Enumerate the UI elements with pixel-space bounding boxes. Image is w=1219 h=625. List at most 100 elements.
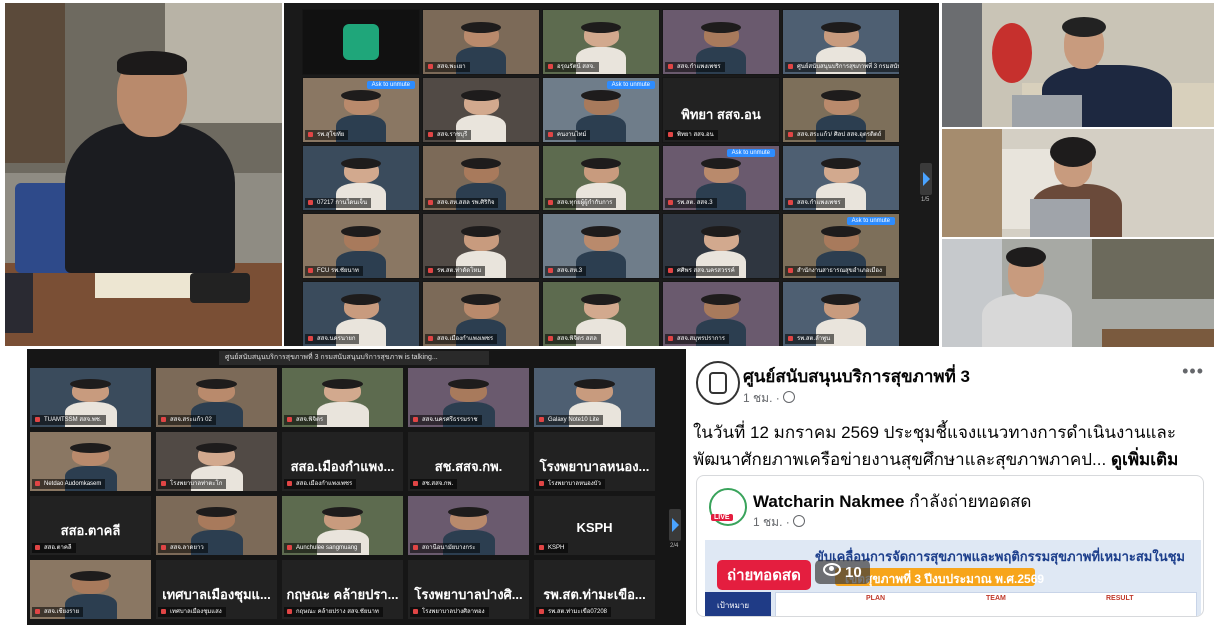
bottom-tile[interactable]: สถานีอนามัยบางกระ bbox=[407, 495, 530, 556]
participant-name-label: รพ.สต.ลำพูน bbox=[785, 334, 835, 344]
top-tile[interactable]: สสจ.กำแพงเพชร bbox=[782, 145, 900, 211]
participant-name-label: สสจ.สระแก้ว 02 bbox=[158, 415, 216, 425]
live-badge: LIVE bbox=[711, 514, 733, 521]
slide-team: TEAM bbox=[986, 595, 1006, 602]
bottom-tile[interactable]: โรงพยาบาลหนอง... โรงพยาบาลหนองบัว bbox=[533, 431, 656, 492]
top-tile[interactable]: พิทยา สสจ.อน พิทยา สสจ.อน bbox=[662, 77, 780, 143]
participant-name-label: ศศิพร สสจ.นครสวรรค์ bbox=[665, 266, 739, 276]
top-tile[interactable]: รพ.สต.ลำพูน bbox=[782, 281, 900, 346]
ask-to-unmute-button[interactable]: Ask to unmute bbox=[726, 149, 775, 157]
more-options-icon[interactable]: ••• bbox=[1182, 361, 1204, 382]
top-tile[interactable]: สสจ.สมุทรปราการ bbox=[662, 281, 780, 346]
bottom-tile[interactable]: รพ.สต.ท่ามะเขือ... รพ.สต.ท่ามะเขือ07208 bbox=[533, 559, 656, 620]
bottom-tile[interactable]: โรงพยาบาลปางศิ... โรงพยาบาลปางศิลาทอง bbox=[407, 559, 530, 620]
page-indicator: 1/5 bbox=[921, 197, 930, 203]
bottom-tile[interactable]: โรงพยาบาลท่าตะโก bbox=[155, 431, 278, 492]
top-tile[interactable]: คนงานไทม์ Ask to unmute bbox=[542, 77, 660, 143]
top-tile[interactable]: สสจ.ราชบุรี bbox=[422, 77, 540, 143]
participant-name-label: สสอ.เมืองกำแพงเพชร bbox=[284, 479, 357, 489]
bottom-tile[interactable]: สสจ.นครศรีธรรมราช bbox=[407, 367, 530, 428]
participant-name-label: สสจ.ลาดยาว bbox=[158, 543, 208, 553]
globe-icon bbox=[783, 391, 796, 403]
top-tile[interactable]: สสจ.นครนายก bbox=[302, 281, 420, 346]
participant-name-label: สสจ.นครศรีธรรมราช bbox=[410, 415, 482, 425]
participant-name-label: กฤษณะ คล้ายปราง สสจ.ชัยนาท bbox=[284, 607, 383, 617]
facebook-post: ศูนย์สนับสนุนบริการสุขภาพที่ 3 1 ชม. · •… bbox=[688, 351, 1214, 625]
bottom-tile[interactable]: สสอ.ตาคลี สสอ.ตาคลี bbox=[29, 495, 152, 556]
live-label: ถ่ายทอดสด bbox=[717, 560, 811, 590]
bottom-tile[interactable]: KSPH KSPH bbox=[533, 495, 656, 556]
participant-display-name: โรงพยาบาลปางศิ... bbox=[414, 586, 523, 602]
bottom-tile[interactable]: สสอ.เมืองกำแพง... สสอ.เมืองกำแพงเพชร bbox=[281, 431, 404, 492]
post-time[interactable]: 1 ชม. · bbox=[743, 389, 796, 408]
next-page-arrow[interactable] bbox=[920, 163, 932, 195]
top-tile[interactable]: สสจ.สระแก้ว/ ศิลป สสจ.อุตรดิตถ์ bbox=[782, 77, 900, 143]
participant-name-label: สช.สสจ.กพ. bbox=[410, 479, 458, 489]
participant-name-label: สสจ.เมืองกำแพงเพชร bbox=[425, 334, 498, 344]
participant-name-label: สสอ.ตาคลี bbox=[32, 543, 76, 553]
top-tile[interactable]: FCU รพ.ชัยนาท bbox=[302, 213, 420, 279]
see-more-link[interactable]: ดูเพิ่มเติม bbox=[1111, 450, 1178, 469]
live-video-preview[interactable]: ขับเคลื่อนการจัดการสุขภาพและพฤติกรรมสุขภ… bbox=[705, 540, 1201, 616]
participant-name-label: โรงพยาบาลท่าตะโก bbox=[158, 479, 227, 489]
page-logo[interactable] bbox=[696, 361, 740, 405]
bottom-tile[interactable]: สช.สสจ.กพ. สช.สสจ.กพ. bbox=[407, 431, 530, 492]
ask-to-unmute-button[interactable]: Ask to unmute bbox=[366, 81, 415, 89]
bottom-tile[interactable]: สสจ.สระแก้ว 02 bbox=[155, 367, 278, 428]
post-text: ในวันที่ 12 มกราคม 2569 ประชุมชี้แจงแนวท… bbox=[693, 423, 1179, 469]
participant-name-label: คนงานไทม์ bbox=[545, 130, 591, 140]
top-tile[interactable]: รพ.สุโขทัย Ask to unmute bbox=[302, 77, 420, 143]
avatar-icon bbox=[343, 24, 379, 60]
top-tile[interactable]: สสจ.ทุกยผู้ผู้กำกับการ bbox=[542, 145, 660, 211]
participant-name-label: สสจ.สระแก้ว/ ศิลป สสจ.อุตรดิตถ์ bbox=[785, 130, 886, 140]
participant-display-name: โรงพยาบาลหนอง... bbox=[539, 458, 650, 474]
participant-name-label: สสจ.สห.สสล รพ.ศิริกิจ bbox=[425, 198, 499, 208]
participant-name-label: TUAMTSSM สสจ.พช. bbox=[32, 415, 106, 425]
top-tile[interactable]: สสจ.สห.สสล รพ.ศิริกิจ bbox=[422, 145, 540, 211]
participant-display-name: พิทยา สสจ.อน bbox=[681, 106, 761, 122]
participant-name-label: สสจ.พิจิตร bbox=[284, 415, 328, 425]
top-tile[interactable]: ศูนย์สนับสนุนบริการสุขภาพที่ 3 กรมสนับสน… bbox=[782, 9, 900, 75]
bottom-tile[interactable]: TUAMTSSM สสจ.พช. bbox=[29, 367, 152, 428]
banner-title: ขับเคลื่อนการจัดการสุขภาพและพฤติกรรมสุขภ… bbox=[815, 549, 1186, 564]
participant-name-label: สสจ.ราชบุรี bbox=[425, 130, 472, 140]
bottom-tile[interactable]: เทศบาลเมืองชุมแ... เทศบาลเมืองชุมแสง bbox=[155, 559, 278, 620]
bottom-tile[interactable]: สสจ.เชียงราย bbox=[29, 559, 152, 620]
top-tile[interactable]: สสจ.พะเยา bbox=[422, 9, 540, 75]
top-tile[interactable]: สสจ.เมืองกำแพงเพชร bbox=[422, 281, 540, 346]
bottom-tile[interactable]: กฤษณะ คล้ายปรา... กฤษณะ คล้ายปราง สสจ.ชัย… bbox=[281, 559, 404, 620]
top-tile[interactable]: สสจ.สห.3 bbox=[542, 213, 660, 279]
top-tile[interactable]: สสจ.กำแพงเพชร bbox=[662, 9, 780, 75]
bottom-tile[interactable]: Aunchulee sangmuang bbox=[281, 495, 404, 556]
participant-name-label: โรงพยาบาลหนองบัว bbox=[536, 479, 605, 489]
live-user: Watcharin Nakmee กำลังถ่ายทอดสด bbox=[753, 492, 1032, 511]
participant-name-label: รพ.สต.ท่าดัดโหม bbox=[425, 266, 486, 276]
participant-name-label: สสจ.ทุกยผู้ผู้กำกับการ bbox=[545, 198, 617, 208]
participant-name-label: Aunchulee sangmuang bbox=[284, 543, 362, 553]
participant-name-label: สสจ.สมุทรปราการ bbox=[665, 334, 729, 344]
eye-icon bbox=[823, 563, 841, 576]
participant-name-label: พิทยา สสจ.อน bbox=[665, 130, 718, 140]
participant-name-label: สสจ.พิจิตร สสล bbox=[545, 334, 601, 344]
ask-to-unmute-button[interactable]: Ask to unmute bbox=[606, 81, 655, 89]
next-page-arrow[interactable] bbox=[669, 509, 681, 541]
top-tile[interactable] bbox=[302, 9, 420, 75]
top-tile[interactable]: รพ.สต.ท่าดัดโหม bbox=[422, 213, 540, 279]
bottom-tile[interactable]: Netdao Audomkasem bbox=[29, 431, 152, 492]
top-tile[interactable]: 07217 กานใดนเจ็น bbox=[302, 145, 420, 211]
photo-woman-laptop bbox=[942, 3, 1214, 127]
top-tile[interactable]: ศศิพร สสจ.นครสวรรค์ bbox=[662, 213, 780, 279]
page-name[interactable]: ศูนย์สนับสนุนบริการสุขภาพที่ 3 bbox=[743, 363, 970, 390]
bottom-tile[interactable]: สสจ.พิจิตร bbox=[281, 367, 404, 428]
participant-name-label: รพ.สต. สสจ.3 bbox=[665, 198, 717, 208]
bottom-tile[interactable]: Galaxy Note10 Lite bbox=[533, 367, 656, 428]
top-tile[interactable]: รพ.สต. สสจ.3 Ask to unmute bbox=[662, 145, 780, 211]
bottom-tile[interactable]: สสจ.ลาดยาว bbox=[155, 495, 278, 556]
shared-live-post[interactable]: LIVE Watcharin Nakmee กำลังถ่ายทอดสด 1 ช… bbox=[696, 475, 1204, 617]
viewer-count: 10 bbox=[815, 560, 870, 584]
top-tile[interactable]: อรุณรัตน์ สสจ. bbox=[542, 9, 660, 75]
top-tile[interactable]: สสจ.พิจิตร สสล bbox=[542, 281, 660, 346]
ask-to-unmute-button[interactable]: Ask to unmute bbox=[846, 217, 895, 225]
photo-chairman bbox=[5, 3, 282, 346]
top-tile[interactable]: สำนักงานสาธารณสุขอำเภอเมือง Ask to unmute bbox=[782, 213, 900, 279]
